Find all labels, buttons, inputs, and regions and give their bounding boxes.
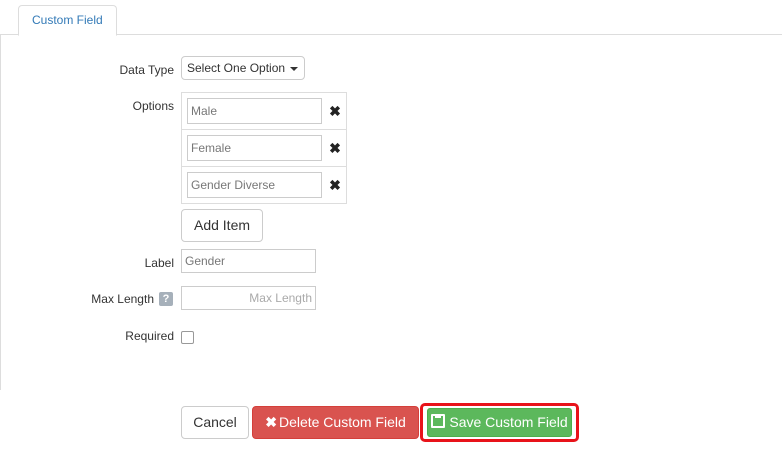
option-row: Male ✖ (182, 93, 346, 130)
delete-button-label: Delete Custom Field (278, 414, 406, 430)
cancel-button[interactable]: Cancel (181, 406, 249, 439)
label-field-label: Label (144, 256, 174, 270)
remove-icon[interactable]: ✖ (329, 101, 341, 121)
max-length-input[interactable]: Max Length (181, 286, 316, 310)
option-input[interactable]: Male (187, 98, 322, 124)
option-input[interactable]: Gender Diverse (187, 172, 322, 198)
tab-bar: Custom Field (0, 0, 782, 36)
required-label: Required (125, 329, 174, 343)
option-row: Gender Diverse ✖ (182, 167, 346, 204)
tab-custom-field[interactable]: Custom Field (18, 5, 117, 36)
caret-down-icon (290, 67, 298, 71)
options-table: Male ✖ Female ✖ Gender Diverse ✖ (181, 92, 347, 204)
remove-icon[interactable]: ✖ (329, 175, 341, 195)
save-custom-field-button[interactable]: Save Custom Field (427, 408, 572, 437)
add-item-button[interactable]: Add Item (181, 209, 263, 242)
delete-custom-field-button[interactable]: ✖ Delete Custom Field (252, 406, 419, 439)
save-highlight-box: Save Custom Field (420, 403, 579, 442)
options-label: Options (132, 99, 174, 113)
required-checkbox[interactable] (181, 331, 194, 344)
floppy-disk-icon (431, 414, 446, 428)
data-type-selected-value: Select One Option (187, 61, 286, 75)
option-input[interactable]: Female (187, 135, 322, 161)
help-icon[interactable]: ? (159, 292, 173, 306)
data-type-label: Data Type (119, 63, 174, 77)
close-icon: ✖ (265, 414, 277, 430)
max-length-label: Max Length (91, 292, 154, 306)
option-row: Female ✖ (182, 130, 346, 167)
label-input[interactable]: Gender (181, 249, 316, 273)
data-type-select[interactable]: Select One Option (181, 56, 305, 80)
save-button-label: Save Custom Field (449, 414, 568, 430)
remove-icon[interactable]: ✖ (329, 138, 341, 158)
